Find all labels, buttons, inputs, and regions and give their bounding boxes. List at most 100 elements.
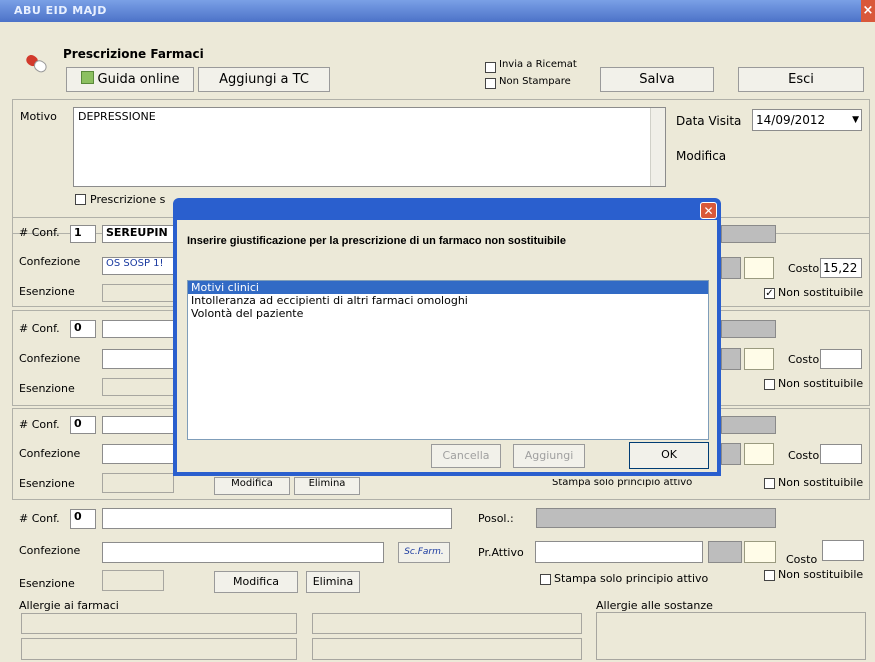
allergie-sostanze-field[interactable]	[596, 612, 866, 660]
window-title: ABU EID MAJD	[14, 4, 107, 17]
non-sostituibile-checkbox-3[interactable]	[764, 478, 775, 489]
list-item-volonta[interactable]: Volontà del paziente	[188, 307, 708, 320]
conf-input-2[interactable]: 0	[70, 320, 96, 338]
cancella-button[interactable]: Cancella	[431, 444, 501, 468]
pill-icon	[26, 54, 47, 73]
farmaco-input-4[interactable]	[102, 508, 452, 529]
allergie-farmaci-field-2[interactable]	[21, 638, 297, 660]
non-sostituibile-label-3: Non sostituibile	[778, 476, 864, 489]
farmaco-input-2[interactable]	[102, 320, 174, 338]
guida-online-button[interactable]: Guida online	[66, 67, 194, 92]
costo-input-2[interactable]	[820, 349, 862, 369]
costo-label-2: Costo	[788, 353, 820, 366]
confezione-input-4[interactable]	[102, 542, 384, 563]
guida-icon	[80, 71, 94, 84]
allergie-farmaci-label: Allergie ai farmaci	[19, 599, 119, 612]
invia-ricemat-label: Invia a Ricemat	[499, 59, 577, 70]
cream-box-2	[744, 348, 774, 370]
stampa-label-4: Stampa solo principio attivo	[554, 572, 709, 585]
non-sostituibile-label-4: Non sostituibile	[778, 568, 864, 581]
cream-box-1	[744, 257, 774, 279]
stampa-checkbox-4[interactable]	[540, 574, 551, 585]
esenzione-input-1[interactable]	[102, 284, 174, 302]
aggiungi-tc-button[interactable]: Aggiungi a TC	[198, 67, 330, 92]
aggiungi-button[interactable]: Aggiungi	[513, 444, 585, 468]
esenzione-label-1: Esenzione	[19, 285, 75, 298]
non-stampare-checkbox[interactable]	[485, 78, 496, 89]
confezione-label-3: Confezione	[19, 447, 81, 460]
non-sostituibile-checkbox-1[interactable]: ✓	[764, 288, 775, 299]
posol-field-3[interactable]	[721, 416, 776, 434]
cream-box-4	[744, 541, 776, 563]
confezione-label-2: Confezione	[19, 352, 81, 365]
modifica-link[interactable]: Modifica	[676, 149, 726, 163]
esenzione-input-4[interactable]	[102, 570, 164, 591]
esenzione-label-2: Esenzione	[19, 382, 75, 395]
confezione-input-3[interactable]	[102, 444, 174, 464]
modifica-button-3[interactable]: Modifica	[214, 477, 290, 495]
giustificazione-listbox[interactable]: Motivi clinici Intolleranza ad eccipient…	[187, 280, 709, 440]
data-visita-label: Data Visita	[676, 114, 742, 128]
motivo-label: Motivo	[20, 110, 57, 123]
salva-button[interactable]: Salva	[600, 67, 714, 92]
modifica-button-4[interactable]: Modifica	[214, 571, 298, 593]
list-item-intolleranza[interactable]: Intolleranza ad eccipienti di altri farm…	[188, 294, 708, 307]
stampa-label-3: Stampa solo principio attivo	[552, 479, 693, 488]
color-box-1	[721, 257, 741, 279]
costo-label-3: Costo	[788, 449, 820, 462]
esenzione-label-4: Esenzione	[19, 577, 75, 590]
invia-ricemat-checkbox[interactable]	[485, 62, 496, 73]
posol-label-4: Posol.:	[478, 512, 514, 525]
costo-label-1: Costo	[788, 262, 820, 275]
conf-input-3[interactable]: 0	[70, 416, 96, 434]
list-item-motivi-clinici[interactable]: Motivi clinici	[188, 281, 708, 294]
conf-input-1[interactable]: 1	[70, 225, 96, 243]
costo-label-4: Costo	[786, 553, 818, 566]
esenzione-input-2[interactable]	[102, 378, 174, 396]
conf-label-4: # Conf.	[19, 512, 60, 525]
elimina-button-4[interactable]: Elimina	[306, 571, 360, 593]
allergie-farmaci-field-1[interactable]	[21, 613, 297, 634]
ok-button[interactable]: OK	[629, 442, 709, 469]
costo-input-4[interactable]	[822, 540, 864, 561]
farmaco-input-3[interactable]	[102, 416, 174, 434]
dialog-close-icon[interactable]: ✕	[700, 202, 717, 219]
giustificazione-dialog: ✕ Inserire giustificazione per la prescr…	[173, 198, 721, 476]
motivo-textarea[interactable]: DEPRESSIONE	[73, 107, 666, 187]
confezione-input-2[interactable]	[102, 349, 174, 369]
data-visita-select[interactable]: 14/09/2012 ▼	[752, 109, 862, 131]
esenzione-label-3: Esenzione	[19, 477, 75, 490]
costo-input-1[interactable]: 15,22	[820, 258, 862, 278]
confezione-input-1[interactable]: OS SOSP 1!	[102, 257, 174, 275]
chevron-down-icon: ▼	[852, 115, 859, 125]
color-box-4	[708, 541, 742, 563]
sc-farm-button[interactable]: Sc.Farm.	[398, 542, 450, 563]
prescrizione-label: Prescrizione s	[90, 193, 166, 206]
pr-attivo-label-4: Pr.Attivo	[478, 546, 524, 559]
motivo-scrollbar[interactable]	[650, 108, 665, 186]
farmaco-input-1[interactable]: SEREUPIN	[102, 225, 174, 243]
confezione-label-4: Confezione	[19, 544, 81, 557]
conf-label-1: # Conf.	[19, 226, 60, 239]
posol-field-2[interactable]	[721, 320, 776, 338]
costo-input-3[interactable]	[820, 444, 862, 464]
posol-field-1[interactable]	[721, 225, 776, 243]
window-close-icon[interactable]: ×	[861, 0, 875, 22]
page-title: Prescrizione Farmaci	[63, 47, 204, 61]
non-sostituibile-checkbox-4[interactable]	[764, 570, 775, 581]
pr-attivo-input-4[interactable]	[535, 541, 703, 563]
prescrizione-checkbox[interactable]	[75, 194, 86, 205]
allergie-sostanze-label: Allergie alle sostanze	[596, 599, 713, 612]
esenzione-input-3[interactable]	[102, 473, 174, 493]
dialog-message: Inserire giustificazione per la prescriz…	[187, 235, 566, 247]
color-box-2	[721, 348, 741, 370]
non-sostituibile-checkbox-2[interactable]	[764, 379, 775, 390]
posol-field-4[interactable]	[536, 508, 776, 528]
elimina-button-3[interactable]: Elimina	[294, 477, 360, 495]
allergie-farmaci-field-4[interactable]	[312, 638, 582, 660]
confezione-label-1: Confezione	[19, 255, 81, 268]
color-box-3	[721, 443, 741, 465]
allergie-farmaci-field-3[interactable]	[312, 613, 582, 634]
conf-input-4[interactable]: 0	[70, 509, 96, 529]
esci-button[interactable]: Esci	[738, 67, 864, 92]
